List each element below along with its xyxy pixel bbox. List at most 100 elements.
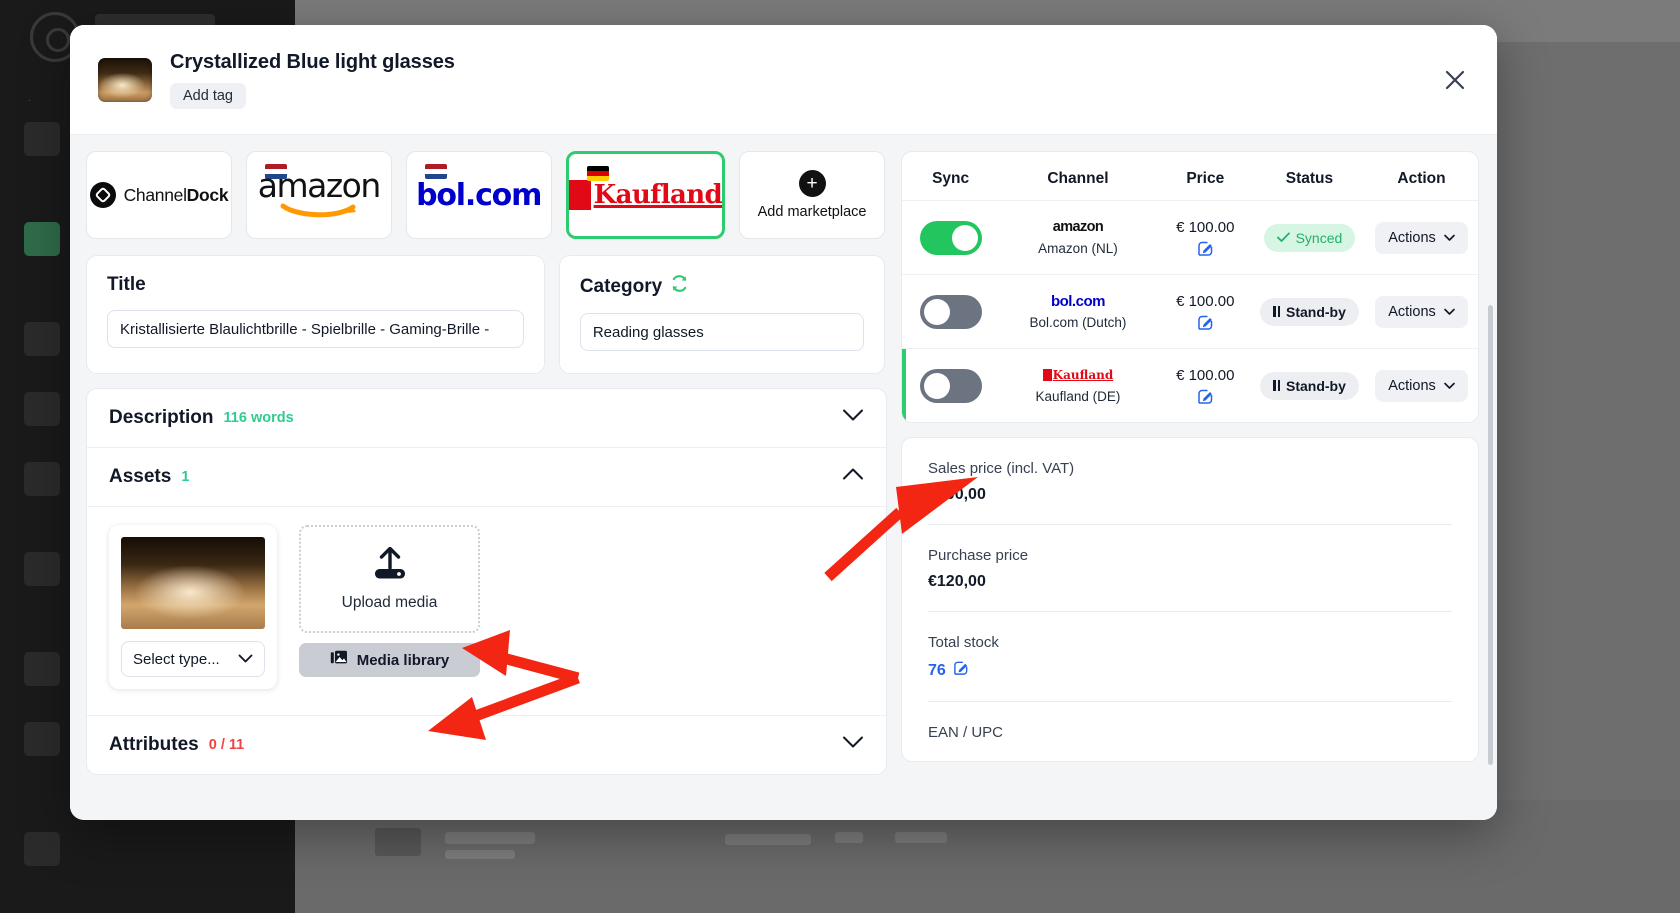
actions-dropdown-kaufland[interactable]: Actions [1375,369,1468,402]
chevron-down-icon [1443,304,1455,320]
channel-price: € 100.00 [1176,292,1235,310]
marketplace-tab-amazon[interactable]: amazon [245,151,392,239]
status-badge: Stand-by [1260,297,1359,326]
detail-value: 76 [928,661,946,679]
status-label: Stand-by [1286,377,1346,394]
column-header-price: Price [1186,170,1225,187]
kaufland-label: Kaufland [593,180,723,210]
accordion-assets[interactable]: Assets 1 [87,448,886,506]
asset-item: Select type... [109,525,277,689]
actions-label: Actions [1388,303,1436,320]
bg-cell [375,828,421,856]
accordion-description[interactable]: Description 116 words [87,389,886,447]
attributes-count: 0 / 11 [208,737,245,753]
chevron-down-icon [842,736,864,755]
bg-nav-item [24,652,60,686]
sync-toggle-amazon[interactable] [919,220,982,255]
left-column: ChannelDock amazon bol.com Kaufland + Ad… [70,135,887,820]
select-type-dropdown[interactable]: Select type... [121,641,265,677]
description-title: Description [109,407,214,428]
bg-nav-item [24,722,60,756]
bolcom-logo-icon: bol.com [1050,292,1106,310]
status-badge: Stand-by [1260,371,1359,400]
category-input[interactable]: Reading glasses [579,313,864,351]
sync-toggle-bolcom[interactable] [919,294,982,329]
close-icon[interactable] [1439,64,1471,96]
refresh-icon[interactable] [670,274,689,299]
amazon-smile-icon [280,203,358,219]
edit-price-icon[interactable] [1157,388,1254,405]
column-header-sync: Sync [932,170,970,187]
marketplace-tab-kaufland[interactable]: Kaufland [565,151,726,239]
table-row: amazon Amazon (NL) € 100.00 Synced Actio… [902,200,1478,274]
detail-value: €100,00 [928,486,986,503]
asset-thumbnail[interactable] [121,537,265,629]
marketplace-tabs: ChannelDock amazon bol.com Kaufland + Ad… [86,151,885,239]
actions-label: Actions [1388,377,1436,394]
select-type-value: Select type... [133,650,220,668]
modal-header: Crystallized Blue light glasses Add tag [70,25,1497,135]
actions-label: Actions [1388,229,1436,246]
marketplace-tab-channeldock[interactable]: ChannelDock [86,151,232,239]
page-title: Crystallized Blue light glasses [170,50,455,73]
table-row: bol.com Bol.com (Dutch) € 100.00 Stand-b… [902,274,1478,348]
amazon-logo-icon: amazon [1052,219,1104,235]
bg-nav-item-active [24,222,60,256]
title-input[interactable]: Kristallisierte Blaulichtbrille - Spielb… [107,310,524,348]
actions-dropdown-amazon[interactable]: Actions [1375,221,1468,254]
actions-dropdown-bolcom[interactable]: Actions [1375,295,1468,328]
upload-column: Upload media Media library [299,525,480,689]
accordion-attributes[interactable]: Attributes 0 / 11 [87,716,886,774]
chevron-down-icon [238,651,253,668]
status-badge: Synced [1263,223,1356,252]
column-header-status: Status [1285,170,1334,187]
chevron-down-icon [842,409,864,428]
bg-section-label: . [28,92,32,104]
add-tag-button[interactable]: Add tag [170,82,246,109]
edit-stock-icon[interactable] [953,660,969,681]
assets-count: 1 [181,469,190,485]
media-library-icon [330,650,348,670]
status-label: Synced [1295,229,1343,246]
status-label: Stand-by [1286,303,1346,320]
assets-panel: Select type... Upload media Media librar… [87,507,886,715]
channeldock-label-suffix: Dock [186,184,229,205]
detail-ean-upc: EAN / UPC [928,702,1452,761]
bg-nav-item [24,552,60,586]
flag-nl-icon [424,164,447,179]
table-row: Kaufland Kaufland (DE) € 100.00 Stand-by… [902,348,1478,422]
edit-price-icon[interactable] [1157,314,1254,331]
detail-label: Total stock [928,634,999,651]
bg-cell [445,832,535,844]
channel-price: € 100.00 [1176,366,1235,384]
chevron-up-icon [842,468,864,487]
description-count: 116 words [223,410,294,426]
media-library-button[interactable]: Media library [299,643,480,677]
bg-nav-item [24,832,60,866]
detail-label: EAN / UPC [928,724,1004,741]
channel-name: Kaufland (DE) [1035,389,1121,404]
scrollbar[interactable] [1488,305,1493,765]
product-thumbnail [98,57,152,102]
channel-name: Amazon (NL) [1038,241,1118,256]
detail-purchase-price: Purchase price €120,00 [928,525,1452,612]
channels-table: Sync Channel Price Status Action amazon … [901,151,1479,423]
category-card: Category Reading glasses [558,255,885,374]
title-card: Title Kristallisierte Blaulichtbrille - … [86,255,545,374]
marketplace-tab-bolcom[interactable]: bol.com [405,151,552,239]
detail-total-stock: Total stock 76 [928,612,1452,702]
upload-media-label: Upload media [341,593,438,611]
flag-de-icon [586,166,609,181]
add-marketplace-label: Add marketplace [757,204,867,220]
chevron-down-icon [1443,378,1455,394]
pause-icon [1273,306,1280,317]
bg-cell [895,832,947,843]
upload-media-dropzone[interactable]: Upload media [299,525,480,633]
kaufland-logo-icon: Kaufland [1042,368,1113,382]
column-header-channel: Channel [1047,170,1109,187]
add-marketplace-button[interactable]: + Add marketplace [739,151,885,239]
column-header-action: Action [1397,170,1446,187]
bg-nav-item [24,462,60,496]
edit-price-icon[interactable] [1157,240,1254,257]
sync-toggle-kaufland[interactable] [919,368,982,403]
